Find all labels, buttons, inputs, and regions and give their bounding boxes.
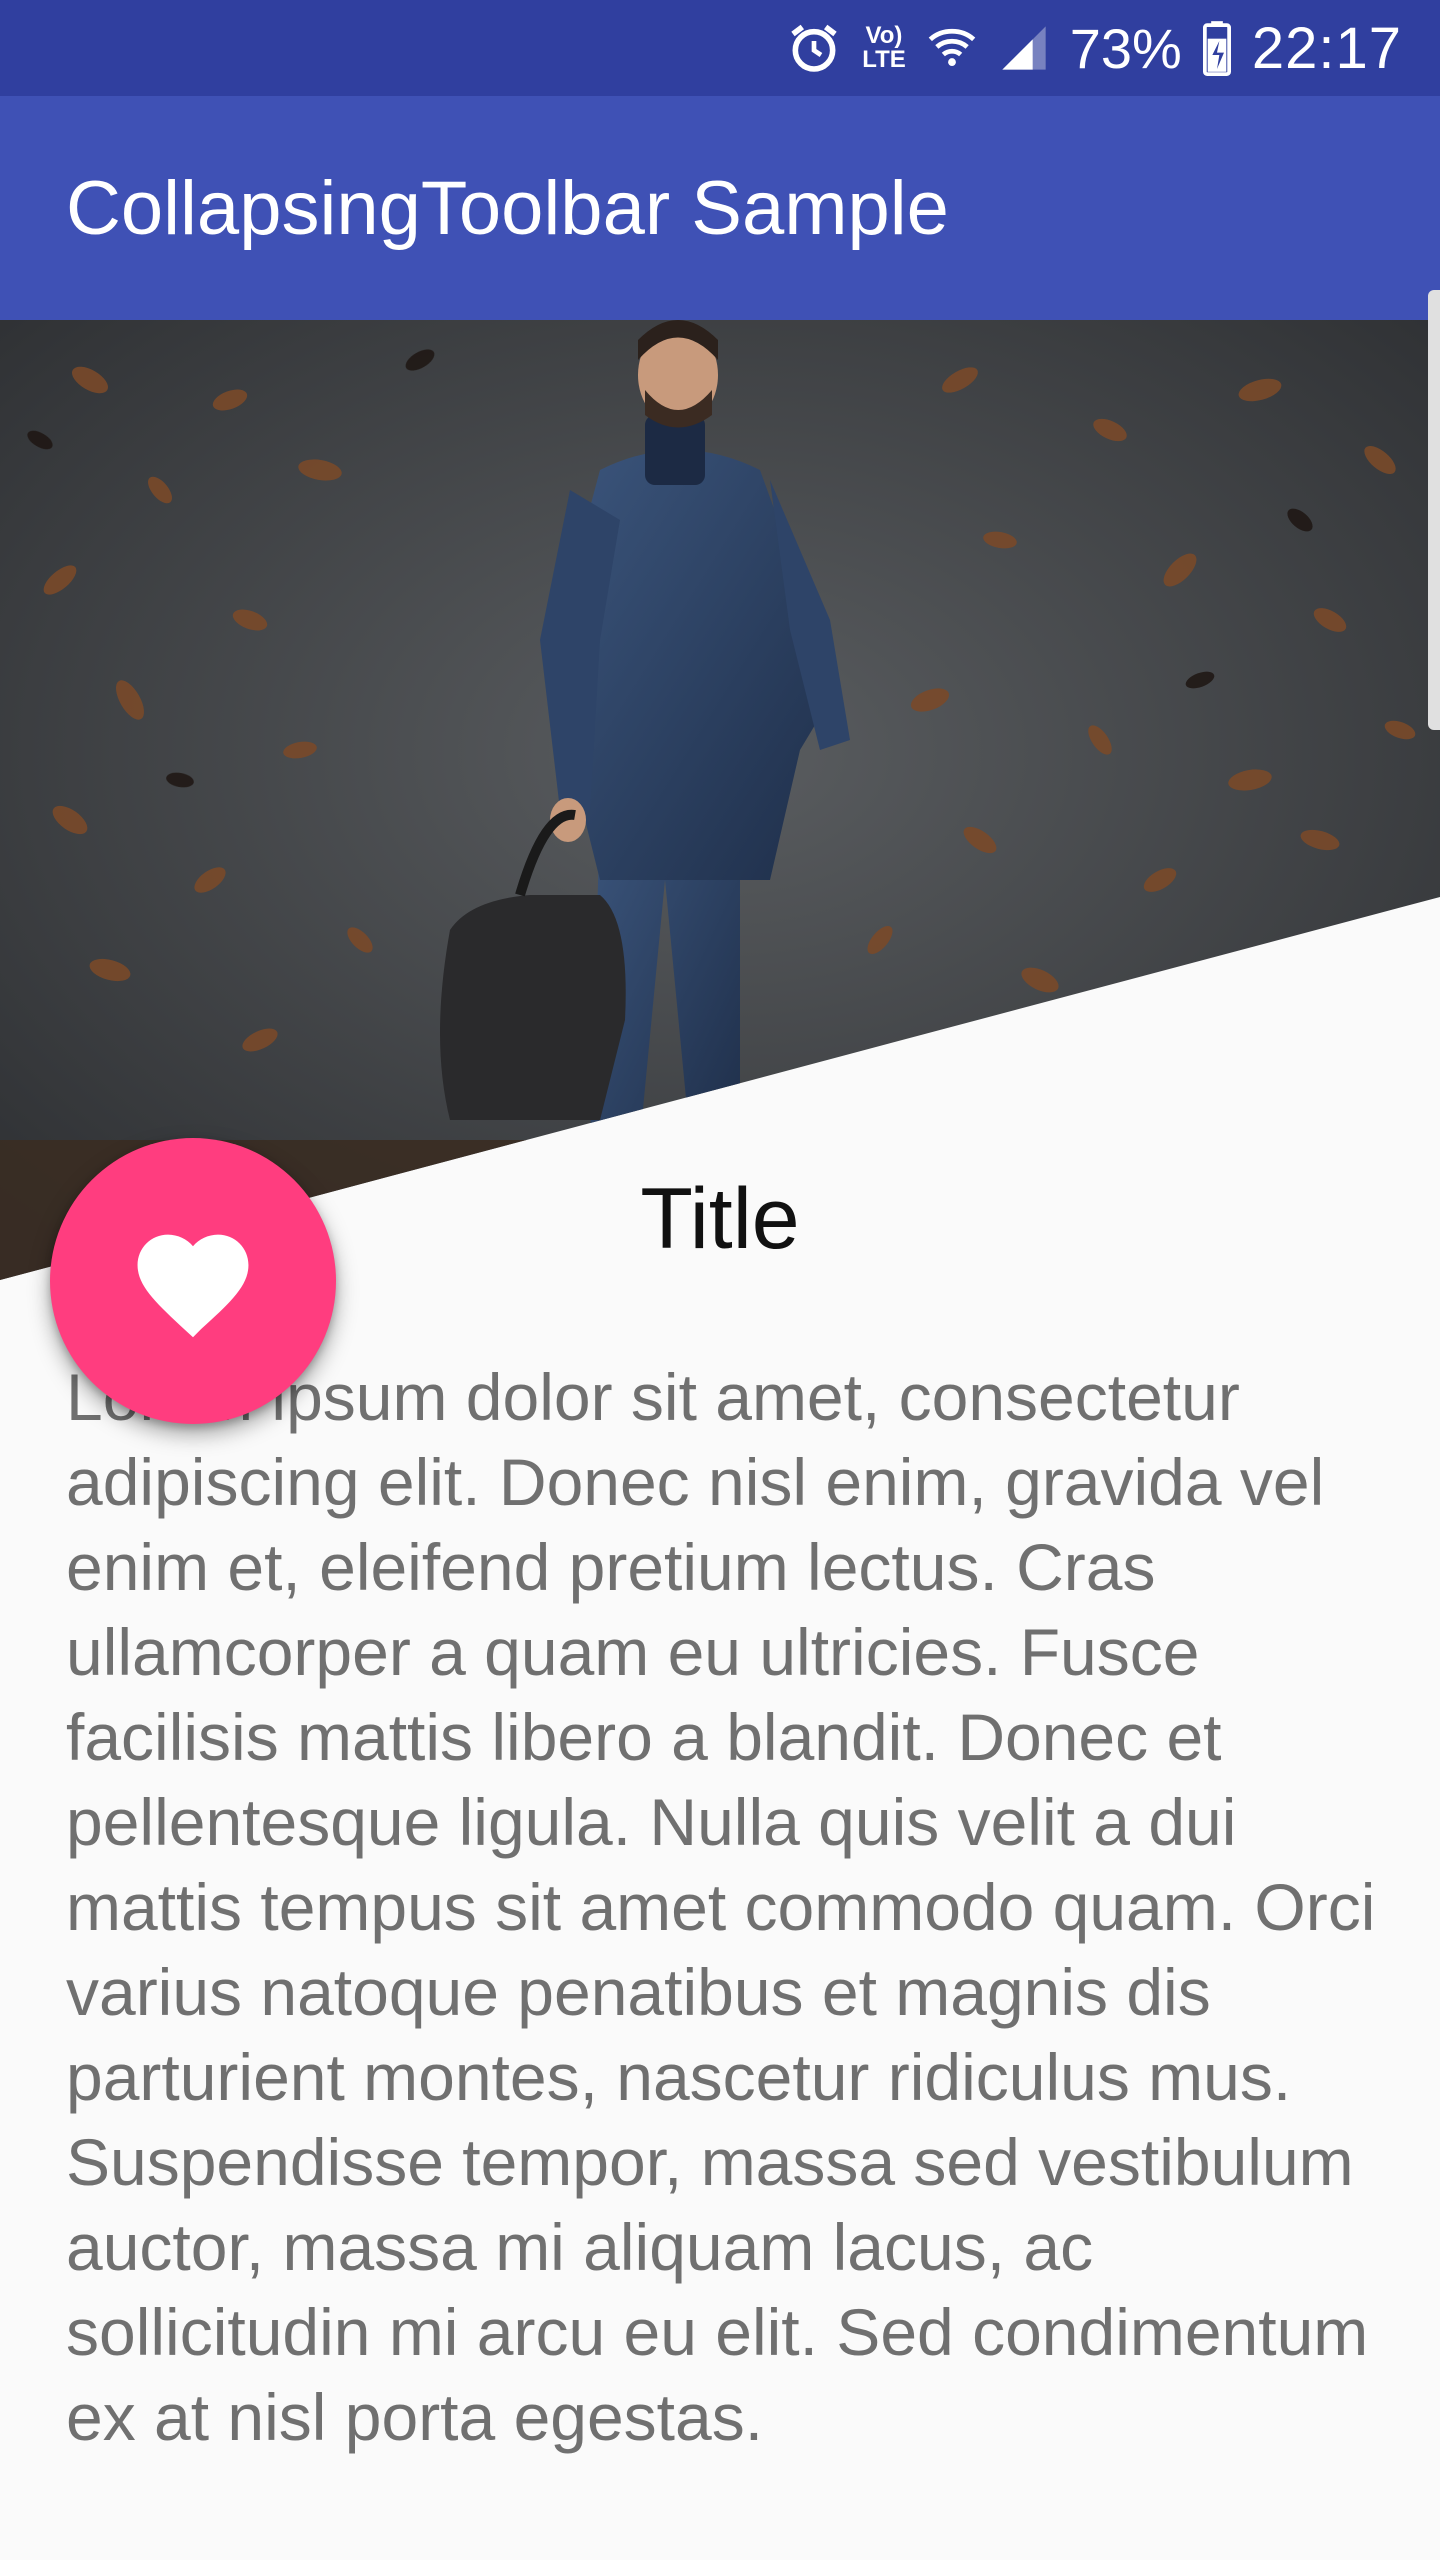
alarm-icon	[786, 20, 842, 76]
volte-line1: Vo)	[865, 22, 903, 49]
favorite-fab[interactable]	[50, 1138, 336, 1424]
wifi-icon	[926, 22, 978, 74]
heart-icon	[126, 1218, 260, 1345]
app-bar-title: CollapsingToolbar Sample	[66, 165, 949, 251]
article-body: Lorem ipsum dolor sit amet, consectetur …	[66, 1360, 1376, 2454]
scroll-indicator[interactable]	[1428, 290, 1440, 730]
app-bar: CollapsingToolbar Sample	[0, 96, 1440, 320]
status-bar: Vo) LTE 73% 22:17	[0, 0, 1440, 96]
battery-percent: 73%	[1069, 16, 1182, 80]
volte-icon: Vo) LTE	[862, 24, 906, 72]
battery-icon	[1202, 20, 1232, 76]
signal-icon	[998, 22, 1050, 74]
volte-line2: LTE	[862, 46, 906, 73]
hero-image	[0, 320, 1440, 1280]
clock: 22:17	[1251, 15, 1402, 81]
